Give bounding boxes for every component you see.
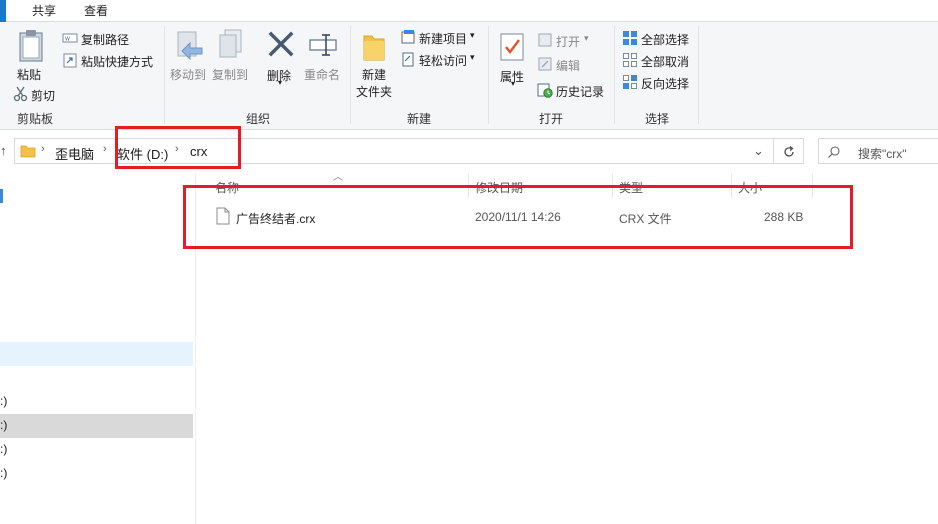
svg-text:W: W	[65, 37, 70, 43]
open-icon	[538, 33, 552, 47]
history-label: 历史记录	[556, 85, 605, 99]
address-history-dropdown-icon[interactable]: ⌄	[753, 143, 764, 159]
tab-share[interactable]: 共享	[24, 2, 64, 22]
organize-group-label: 组织	[245, 112, 270, 126]
new-folder-label-line2: 文件夹	[356, 85, 393, 99]
move-to-label: 移动到	[170, 68, 207, 82]
group-divider	[350, 26, 351, 124]
breadcrumb-this-pc[interactable]: 歪电脑	[55, 144, 94, 163]
new-item-dropdown-icon[interactable]: ▾	[470, 30, 475, 41]
select-none-icon	[623, 53, 637, 67]
group-divider	[488, 26, 489, 124]
move-to-icon	[177, 31, 203, 61]
cut-label: 剪切	[31, 89, 56, 103]
tab-file[interactable]	[0, 0, 6, 22]
group-divider	[164, 26, 165, 124]
search-icon	[828, 146, 840, 158]
refresh-button[interactable]	[774, 138, 804, 164]
select-none-label: 全部取消	[641, 55, 690, 69]
easy-access-label: 轻松访问	[419, 54, 468, 68]
nav-item-drive[interactable]: :)	[0, 466, 7, 480]
properties-dropdown-icon[interactable]: ▾	[511, 79, 515, 88]
clipboard-group-label: 剪贴板	[16, 112, 53, 126]
ribbon-tab-bar: 共享 查看	[0, 0, 938, 22]
search-input[interactable]: 搜索"crx"	[858, 145, 907, 162]
paste-shortcut-icon	[63, 53, 77, 68]
nav-item-drive[interactable]: :)	[0, 442, 7, 456]
paste-shortcut-label: 粘贴快捷方式	[81, 55, 154, 69]
copy-to-icon	[219, 29, 242, 58]
invert-selection-label: 反向选择	[641, 77, 690, 91]
open-dropdown-icon[interactable]: ▾	[584, 33, 589, 44]
breadcrumb-chevron-icon[interactable]: ›	[41, 143, 45, 155]
copy-to-label: 复制到	[212, 68, 249, 82]
scissors-icon	[13, 86, 28, 102]
open-group-label: 打开	[538, 112, 563, 126]
ribbon: 粘贴 剪切 W 复制路径 粘贴快捷方式 剪贴板 移动到 复制到 删除 ▾ 重命名…	[0, 22, 938, 130]
paste-label: 粘贴	[17, 68, 42, 82]
invert-selection-icon	[623, 75, 637, 89]
select-all-label: 全部选择	[641, 33, 690, 47]
nav-pin-marker	[0, 189, 3, 203]
copy-path-icon: W	[62, 33, 78, 43]
properties-icon	[500, 33, 524, 61]
new-item-label: 新建项目	[419, 32, 468, 46]
tab-view[interactable]: 查看	[76, 2, 116, 22]
easy-access-dropdown-icon[interactable]: ▾	[470, 52, 475, 63]
select-group-label: 选择	[644, 112, 669, 126]
nav-item-selected[interactable]	[0, 414, 193, 438]
select-all-icon	[623, 31, 637, 45]
group-divider	[614, 26, 615, 124]
nav-item-drive[interactable]: :)	[0, 418, 7, 432]
new-folder-icon	[363, 35, 385, 61]
history-icon	[537, 83, 553, 98]
open-label: 打开	[556, 35, 581, 49]
up-arrow-icon[interactable]: ↑	[0, 143, 7, 158]
search-box[interactable]: 搜索"crx"	[818, 138, 938, 164]
nav-item-drive[interactable]: :)	[0, 394, 7, 408]
new-item-icon	[401, 30, 415, 44]
sort-ascending-icon: ︿	[333, 172, 343, 183]
edit-label: 编辑	[556, 59, 581, 73]
refresh-icon	[784, 146, 794, 157]
group-divider	[698, 26, 699, 124]
clipboard-icon	[19, 30, 43, 62]
annotation-box-file-row	[183, 185, 853, 249]
nav-item-highlighted[interactable]	[0, 342, 193, 366]
rename-icon	[309, 34, 337, 56]
edit-icon	[538, 57, 552, 71]
new-folder-label-line1: 新建	[362, 68, 387, 82]
annotation-box-breadcrumb	[115, 126, 241, 169]
delete-x-icon	[268, 31, 294, 57]
easy-access-icon	[402, 52, 414, 67]
folder-icon	[20, 145, 36, 158]
delete-dropdown-icon[interactable]: ▾	[278, 78, 282, 87]
breadcrumb-chevron-icon[interactable]: ›	[103, 143, 107, 155]
copy-path-label: 复制路径	[81, 33, 130, 47]
new-group-label: 新建	[406, 112, 431, 126]
navigation-pane: :) :) :) :)	[0, 172, 196, 524]
rename-label: 重命名	[304, 68, 341, 82]
